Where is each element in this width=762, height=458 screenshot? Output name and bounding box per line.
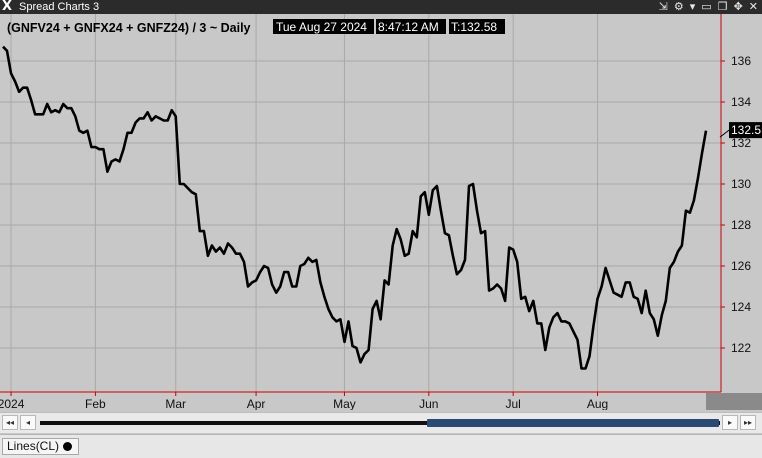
time-badge: 8:47:12 AM (378, 20, 439, 34)
x-tick-label: Apr (247, 397, 266, 410)
last-icon[interactable]: ▸▸ (740, 415, 756, 430)
date-badge: Tue Aug 27 2024 (276, 20, 367, 34)
dropdown-icon[interactable]: ▾ (690, 0, 696, 14)
duplicate-icon[interactable]: ❐ (718, 0, 728, 14)
y-tick-label: 124 (731, 300, 751, 314)
symbol-label: (GNFV24 + GNFX24 + GNFZ24) / 3 ~ Daily (7, 21, 251, 35)
expand-in-icon[interactable]: ⇲ (659, 0, 668, 14)
left-arrow-icon[interactable]: ◂ (20, 415, 36, 430)
spread-chart[interactable]: 2024 Feb Mar Apr May Jun Jul Aug 122 124 126 128 13… (0, 14, 762, 411)
y-tick-label: 122 (731, 341, 751, 355)
price-tag: 132.5 (731, 123, 761, 137)
last-badge: T:132.58 (451, 20, 497, 34)
axis-corner (706, 393, 762, 410)
time-scrollbar[interactable]: ◂◂ ◂ ▸ ▸▸ (0, 412, 762, 433)
scroll-thumb[interactable] (427, 419, 719, 427)
settings-icon[interactable]: ⚙ (674, 0, 684, 14)
right-arrow-icon[interactable]: ▸ (722, 415, 738, 430)
app-logo: X (2, 0, 13, 14)
minimize-icon[interactable]: ▭ (701, 0, 711, 14)
status-dot-icon (63, 442, 73, 451)
x-tick-label: Jul (506, 397, 521, 410)
x-tick-label: Mar (165, 397, 186, 410)
chart-area[interactable]: 2024 Feb Mar Apr May Jun Jul Aug 122 124 126 128 13… (0, 14, 762, 411)
y-tick-label: 136 (731, 54, 751, 68)
y-tick-label: 134 (731, 95, 751, 109)
title-bar: X Spread Charts 3 ⇲ ⚙ ▾ ▭ ❐ ✥ ✕ (0, 0, 762, 14)
x-tick-label: 2024 (0, 397, 25, 410)
close-icon[interactable]: ✕ (749, 0, 758, 14)
x-tick-label: Feb (85, 397, 106, 410)
first-icon[interactable]: ◂◂ (2, 415, 18, 430)
x-tick-label: Jun (419, 397, 438, 410)
x-tick-label: May (333, 397, 356, 410)
y-tick-label: 128 (731, 218, 751, 232)
y-tick-label: 130 (731, 177, 751, 191)
status-bar: Lines(CL) (0, 434, 762, 458)
x-tick-label: Aug (587, 397, 608, 410)
lines-tab[interactable]: Lines(CL) (2, 438, 79, 455)
titlebar-controls: ⇲ ⚙ ▾ ▭ ❐ ✥ ✕ (659, 0, 758, 14)
window-title: Spread Charts 3 (19, 1, 100, 13)
lines-tab-label: Lines(CL) (7, 439, 60, 453)
y-tick-label: 126 (731, 259, 751, 273)
chart-background (0, 14, 762, 410)
pin-icon[interactable]: ✥ (734, 0, 743, 14)
